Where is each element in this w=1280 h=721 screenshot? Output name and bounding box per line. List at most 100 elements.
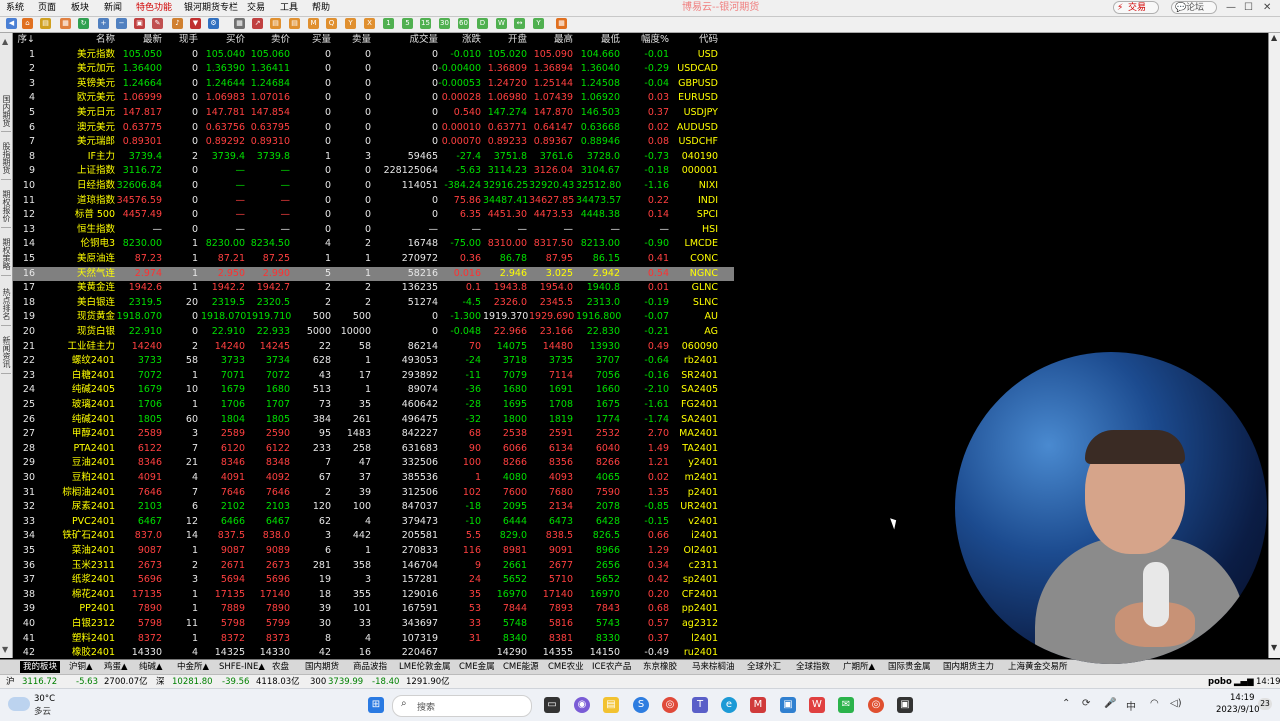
- cell-open[interactable]: 1919.370: [483, 310, 528, 325]
- cell-volume[interactable]: 0: [378, 62, 438, 77]
- file-explorer-icon[interactable]: ▤: [603, 697, 619, 713]
- cell-bid-vol[interactable]: 513: [295, 383, 331, 398]
- cell-volume[interactable]: 228125064: [378, 164, 438, 179]
- cell-ask-vol[interactable]: 355: [329, 588, 371, 603]
- taskbar-clock-time[interactable]: 14:19: [1230, 693, 1255, 703]
- cell-code[interactable]: FG2401: [670, 398, 718, 413]
- cell-bid-vol[interactable]: 3: [295, 529, 331, 544]
- cell-ask[interactable]: 1680: [246, 383, 290, 398]
- cell-code[interactable]: pp2401: [670, 602, 718, 617]
- side-tab-domestic-futures[interactable]: 国内期货: [1, 91, 11, 132]
- cell-last[interactable]: 0.63775: [116, 121, 162, 136]
- ime-icon[interactable]: 中: [1126, 698, 1136, 713]
- cell-last[interactable]: 5798: [116, 617, 162, 632]
- cell-high[interactable]: 14355: [529, 646, 573, 658]
- cell-cur-vol[interactable]: 2: [168, 340, 198, 355]
- cell-open[interactable]: 2661: [483, 559, 527, 574]
- cell-ask-vol[interactable]: 1: [329, 252, 371, 267]
- menu-sector[interactable]: 板块: [71, 2, 89, 14]
- cell-code[interactable]: UR2401: [670, 500, 718, 515]
- cell-bid-vol[interactable]: 500: [295, 310, 331, 325]
- cell-volume[interactable]: 136235: [378, 281, 438, 296]
- cell-cur-vol[interactable]: 58: [168, 354, 198, 369]
- cell-ask[interactable]: 8348: [246, 456, 290, 471]
- cell-code[interactable]: c2311: [670, 559, 718, 574]
- cell-low[interactable]: 86.15: [576, 252, 620, 267]
- cell-bid-vol[interactable]: 628: [295, 354, 331, 369]
- cell-open[interactable]: 4451.30: [483, 208, 527, 223]
- cell-seq[interactable]: 29: [13, 456, 35, 471]
- cell-ask[interactable]: 17140: [246, 588, 290, 603]
- cell-volume[interactable]: 270833: [378, 544, 438, 559]
- cell-volume[interactable]: 58216: [378, 267, 438, 282]
- cell-cur-vol[interactable]: 7: [168, 486, 198, 501]
- notification-badge[interactable]: 23: [1258, 698, 1272, 710]
- cell-change[interactable]: -0.00053: [437, 77, 481, 92]
- cell-change[interactable]: 6.35: [437, 208, 481, 223]
- cell-bid[interactable]: 1706: [201, 398, 245, 413]
- cell-change[interactable]: -1.300: [437, 310, 481, 325]
- cell-open[interactable]: 3718: [483, 354, 527, 369]
- cell-bid[interactable]: 105.040: [201, 48, 245, 63]
- cell-seq[interactable]: 5: [13, 106, 35, 121]
- cell-pct[interactable]: -0.18: [629, 164, 669, 179]
- cell-ask[interactable]: 2103: [246, 500, 290, 515]
- cell-cur-vol[interactable]: 0: [168, 77, 198, 92]
- cell-change[interactable]: 0.016: [437, 267, 481, 282]
- cell-open[interactable]: 16970: [483, 588, 527, 603]
- period-1-icon[interactable]: 1: [383, 18, 394, 29]
- cell-ask[interactable]: 1707: [246, 398, 290, 413]
- cell-seq[interactable]: 28: [13, 442, 35, 457]
- cell-open[interactable]: 6066: [483, 442, 527, 457]
- cell-name[interactable]: PVC2401: [45, 515, 115, 530]
- cell-change[interactable]: 116: [437, 544, 481, 559]
- cell-high[interactable]: 1929.690: [529, 310, 574, 325]
- cell-high[interactable]: 5710: [529, 573, 573, 588]
- cell-volume[interactable]: 0: [378, 121, 438, 136]
- chrome-alt-icon[interactable]: ◎: [868, 697, 884, 713]
- minimize-icon[interactable]: —: [1226, 1, 1236, 14]
- cell-seq[interactable]: 18: [13, 296, 35, 311]
- cell-high[interactable]: 838.5: [529, 529, 573, 544]
- cell-high[interactable]: 1819: [529, 413, 573, 428]
- cell-name[interactable]: 美元指数: [45, 48, 115, 63]
- cell-name[interactable]: 甲醇2401: [45, 427, 115, 442]
- cell-last[interactable]: 105.050: [116, 48, 162, 63]
- cell-name[interactable]: 标普 500: [45, 208, 115, 223]
- header-ask-vol[interactable]: 卖量: [329, 33, 371, 48]
- sector-tab-5[interactable]: SHFE-INE▲: [219, 661, 265, 673]
- cell-volume[interactable]: 220467: [378, 646, 438, 658]
- cell-code[interactable]: EURUSD: [670, 91, 718, 106]
- cell-name[interactable]: 纯碱2401: [45, 413, 115, 428]
- cell-bid-vol[interactable]: 62: [295, 515, 331, 530]
- header-bid-vol[interactable]: 买量: [295, 33, 331, 48]
- cell-bid-vol[interactable]: 1: [295, 252, 331, 267]
- cell-last[interactable]: 4457.49: [116, 208, 162, 223]
- cell-last[interactable]: 1805: [116, 413, 162, 428]
- cell-name[interactable]: 澳元美元: [45, 121, 115, 136]
- cell-bid-vol[interactable]: 19: [295, 573, 331, 588]
- cell-change[interactable]: 1: [437, 471, 481, 486]
- cell-high[interactable]: 14480: [529, 340, 573, 355]
- cell-ask[interactable]: —: [246, 208, 291, 223]
- cell-last[interactable]: 837.0: [116, 529, 162, 544]
- cell-name[interactable]: IF主力: [45, 150, 115, 165]
- cell-cur-vol[interactable]: 4: [168, 646, 198, 658]
- cell-code[interactable]: SR2401: [670, 369, 718, 384]
- cell-high[interactable]: 1.07439: [529, 91, 573, 106]
- cell-volume[interactable]: 0: [378, 310, 438, 325]
- cell-bid-vol[interactable]: 0: [295, 62, 331, 77]
- cell-bid[interactable]: 1.24644: [201, 77, 245, 92]
- header-open[interactable]: 开盘: [483, 33, 527, 48]
- cell-low[interactable]: 1660: [576, 383, 620, 398]
- cell-seq[interactable]: 19: [13, 310, 35, 325]
- cell-name[interactable]: 白银2312: [45, 617, 115, 632]
- cell-code[interactable]: HSI: [670, 223, 718, 238]
- cell-pct[interactable]: -0.64: [629, 354, 669, 369]
- cell-last[interactable]: 2.974: [116, 267, 162, 282]
- edge-dev-icon[interactable]: ◉: [574, 697, 590, 713]
- cell-bid[interactable]: 14240: [201, 340, 245, 355]
- cell-volume[interactable]: 312506: [378, 486, 438, 501]
- cell-name[interactable]: 现货黄金: [45, 310, 115, 325]
- cell-high[interactable]: 105.090: [529, 48, 573, 63]
